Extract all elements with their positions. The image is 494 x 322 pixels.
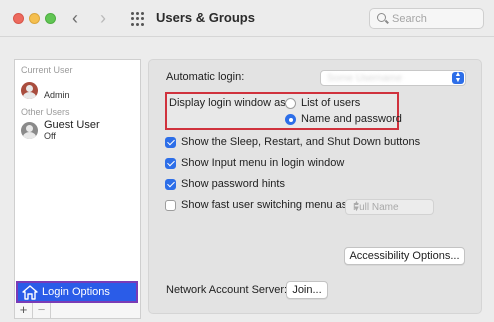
login-options-panel: Automatic login: Some Username ▲ ▼ Displa…	[148, 59, 482, 314]
name-and-password-radio[interactable]	[285, 114, 296, 125]
forward-arrow-icon[interactable]: ›	[100, 8, 106, 28]
remove-user-button[interactable]: −	[33, 303, 51, 318]
users-sidebar: Current User Admin Other Users Guest Use…	[14, 59, 141, 304]
name-and-password-label[interactable]: Name and password	[301, 113, 402, 125]
title-bar: ‹ › Users & Groups	[0, 0, 494, 37]
show-password-hints-checkbox[interactable]	[165, 179, 176, 190]
window-title: Users & Groups	[156, 10, 255, 25]
accessibility-options-button[interactable]: Accessibility Options...	[344, 247, 465, 265]
list-of-users-label[interactable]: List of users	[301, 97, 360, 109]
guest-user-status: Off	[44, 131, 56, 141]
show-sleep-restart-label[interactable]: Show the Sleep, Restart, and Shut Down b…	[181, 136, 420, 148]
automatic-login-value-blurred: Some Username	[327, 73, 403, 84]
popup-chevrons-icon: ▲ ▼	[353, 200, 360, 213]
admin-avatar	[21, 82, 38, 99]
back-arrow-icon[interactable]: ‹	[72, 8, 78, 28]
zoom-window-button[interactable]	[45, 13, 56, 24]
other-users-section-label: Other Users	[21, 107, 70, 117]
close-window-button[interactable]	[13, 13, 24, 24]
display-login-label: Display login window as:	[169, 97, 289, 109]
current-user-row[interactable]: Admin	[15, 78, 140, 102]
show-all-grid-icon[interactable]	[131, 12, 145, 26]
house-icon	[22, 285, 38, 300]
show-sleep-restart-checkbox[interactable]	[165, 137, 176, 148]
add-user-button[interactable]: +	[15, 303, 33, 318]
login-options-item[interactable]: Login Options	[16, 281, 138, 303]
fast-user-switching-checkbox[interactable]	[165, 200, 176, 211]
join-button[interactable]: Join...	[286, 281, 328, 299]
fast-user-switching-label[interactable]: Show fast user switching menu as	[181, 199, 347, 211]
fast-switching-style-popup[interactable]: Full Name ▲ ▼	[345, 199, 434, 215]
search-input[interactable]	[392, 11, 480, 26]
show-input-menu-checkbox[interactable]	[165, 158, 176, 169]
search-field[interactable]	[369, 8, 484, 29]
show-input-menu-label[interactable]: Show Input menu in login window	[181, 157, 344, 169]
login-options-label: Login Options	[42, 286, 110, 298]
sidebar-button-bar: + −	[14, 303, 141, 319]
list-of-users-radio[interactable]	[285, 98, 296, 109]
current-user-section-label: Current User	[21, 65, 73, 75]
minimize-window-button[interactable]	[29, 13, 40, 24]
automatic-login-label: Automatic login:	[166, 71, 245, 83]
show-password-hints-label[interactable]: Show password hints	[181, 178, 285, 190]
display-login-highlight-box: Display login window as: List of users N…	[165, 92, 402, 130]
guest-user-name: Guest User	[44, 119, 100, 131]
popup-stepper-icon: ▲ ▼	[452, 71, 464, 84]
search-icon	[377, 13, 386, 22]
guest-avatar	[21, 122, 38, 139]
current-user-role: Admin	[44, 90, 70, 100]
guest-user-row[interactable]: Guest User Off	[15, 119, 140, 143]
automatic-login-popup[interactable]: Some Username ▲ ▼	[320, 70, 466, 86]
network-account-server-label: Network Account Server:	[166, 284, 288, 296]
